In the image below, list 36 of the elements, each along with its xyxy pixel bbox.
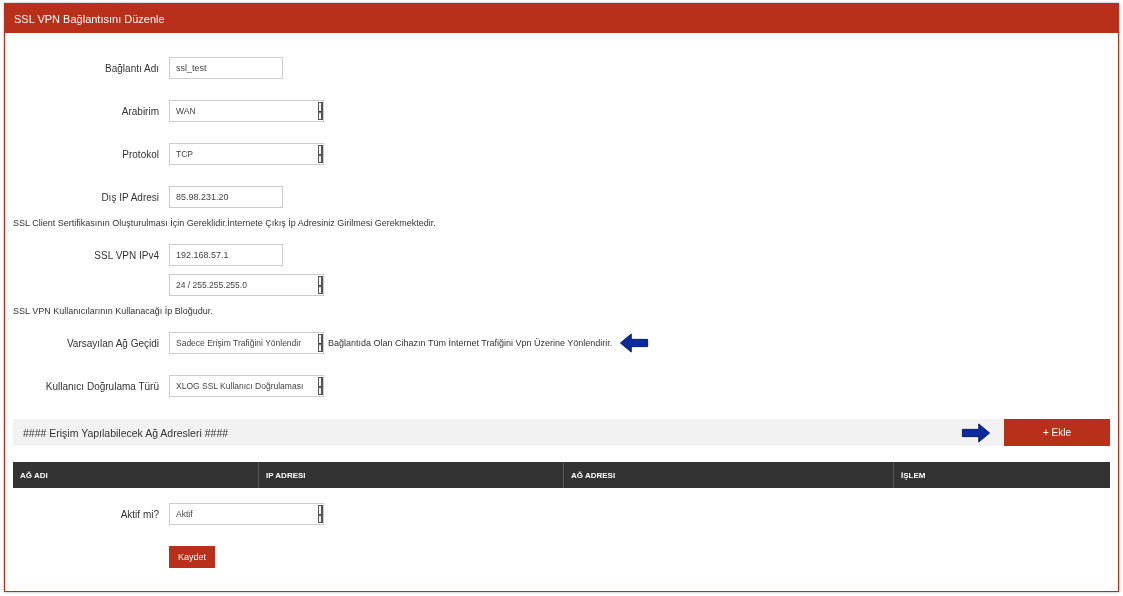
left-arrow-icon xyxy=(618,333,651,353)
text-field[interactable]: 192.168.57.1 xyxy=(169,244,283,266)
section-title: #### Erişim Yapılabilecek Ağ Adresleri #### xyxy=(23,426,230,439)
text-field[interactable]: ssl_test xyxy=(169,57,283,79)
field-label: Arabirim xyxy=(120,105,160,117)
dropdown-handle-icon xyxy=(318,334,323,352)
column-header: AĞ ADRESI xyxy=(563,462,893,488)
panel-title: SSL VPN Bağlantısını Düzenle xyxy=(14,12,165,25)
column-header: AĞ ADI xyxy=(19,469,49,482)
dropdown-handle-icon xyxy=(318,102,323,120)
text-field[interactable]: 85.98.231.20 xyxy=(169,186,283,208)
field-note: Bağlantıda Olan Cihazın Tüm İnternet Trafiğini Vpn Üzerine Yönlendirir. xyxy=(328,338,613,348)
dropdown[interactable]: Sadece Erişim Trafiğini Yönlendir xyxy=(169,332,324,354)
dropdown-handle-icon xyxy=(318,377,323,395)
dropdown[interactable]: 24 / 255.255.255.0 xyxy=(169,274,324,296)
hint-text: SSL VPN Kullanıcılarının Kullanacağı İp Bloğudur. xyxy=(13,305,213,318)
right-arrow-icon xyxy=(960,422,992,443)
field-label: Aktif mi? xyxy=(119,508,160,520)
field-label: Dış IP Adresi xyxy=(100,191,160,203)
column-header: İŞLEM xyxy=(893,462,1110,488)
dropdown[interactable]: XLOG SSL Kullanıcı Doğrulaması xyxy=(169,375,324,397)
dropdown[interactable]: TCP xyxy=(169,143,324,165)
field-label: Varsayılan Ağ Geçidi xyxy=(65,337,160,349)
column-header: IP ADRESI xyxy=(258,462,563,488)
dropdown[interactable]: WAN xyxy=(169,100,324,122)
save-button[interactable]: Kaydet xyxy=(169,546,216,568)
field-label: Bağlantı Adı xyxy=(104,62,160,74)
hint-text: SSL Client Sertifikasının Oluşturulması İçin Gereklidir.İnternete Çıkış İp Adresiniz Girilmesi Gerekmektedir. xyxy=(13,217,436,230)
field-label: SSL VPN IPv4 xyxy=(93,249,160,261)
field-label: Kullanıcı Doğrulama Türü xyxy=(44,380,160,392)
dropdown[interactable]: Aktif xyxy=(169,503,324,525)
dropdown-handle-icon xyxy=(318,276,323,294)
dropdown-handle-icon xyxy=(318,145,323,163)
dropdown-handle-icon xyxy=(318,505,323,523)
field-label: Protokol xyxy=(121,148,160,160)
add-button[interactable]: + Ekle xyxy=(1004,419,1110,446)
